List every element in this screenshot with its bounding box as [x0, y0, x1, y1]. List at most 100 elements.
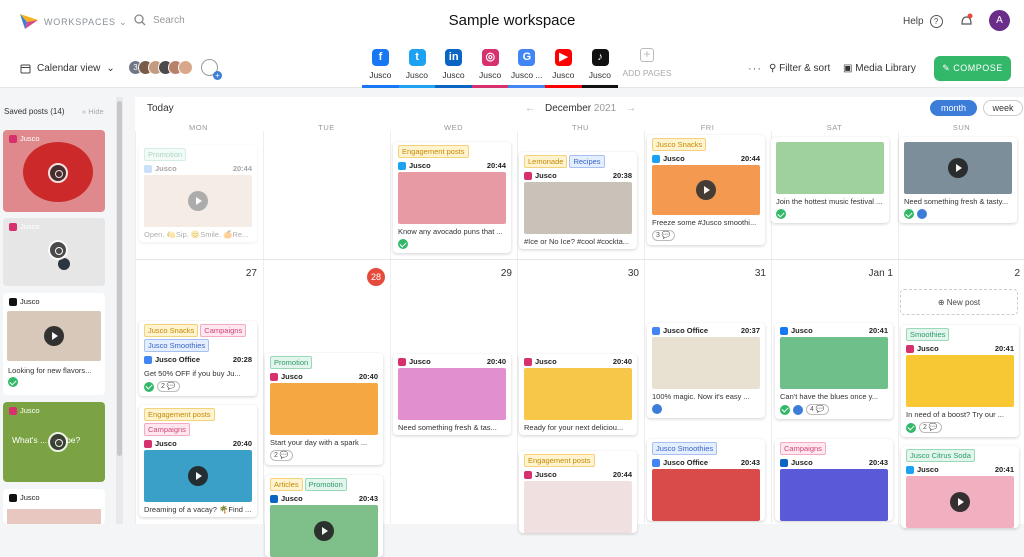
- post-time: 20:44: [740, 154, 760, 163]
- post-time: 20:40: [232, 439, 252, 448]
- media-library-button[interactable]: ▣ Media Library: [843, 63, 916, 74]
- approved-icon: [144, 381, 154, 392]
- notifications-bell-icon[interactable]: [960, 13, 973, 28]
- filter-sort-button[interactable]: ⚲ Filter & sort: [769, 63, 830, 74]
- post-card[interactable]: Join the hottest music festival ...: [771, 137, 889, 223]
- post-card[interactable]: Engagement posts Jusco 20:44 Know any avoca…: [393, 142, 511, 253]
- post-card[interactable]: Jusco Snacks Campaigns Jusco Smoothies Jusc…: [139, 321, 257, 396]
- more-options-icon[interactable]: ···: [748, 63, 762, 75]
- filter-label: Filter & sort: [779, 63, 831, 74]
- instagram-icon: [9, 134, 17, 143]
- post-card[interactable]: Engagement posts Campaigns Jusco 20:40 Dream…: [139, 405, 257, 517]
- user-avatar[interactable]: A: [989, 10, 1010, 31]
- page-tab-instagram[interactable]: ◎ Jusco: [471, 44, 509, 88]
- post-header: Jusco 20:40: [265, 369, 383, 383]
- app-logo[interactable]: [18, 12, 40, 30]
- post-card[interactable]: Jusco 20:41 Can't have the blues once y...…: [775, 323, 893, 419]
- workspaces-dropdown[interactable]: WORKSPACES ⌄: [44, 17, 128, 28]
- page-tab-linkedin[interactable]: in Jusco: [435, 44, 472, 88]
- avatar: [178, 60, 193, 75]
- account-name: Jusco: [20, 222, 40, 231]
- network-icon: [652, 458, 660, 467]
- post-card[interactable]: Jusco 20:40 Need something fresh & tas...: [393, 354, 511, 435]
- post-time: 20:41: [994, 465, 1014, 474]
- instagram-icon: [9, 406, 17, 415]
- play-icon[interactable]: [188, 466, 208, 486]
- comments-badge[interactable]: 2 💬: [270, 450, 293, 461]
- page-tab-twitter[interactable]: t Jusco: [398, 44, 436, 88]
- post-card[interactable]: Promotion Jusco 20:40 Start your day with a…: [265, 353, 383, 465]
- scrollbar-thumb[interactable]: [117, 101, 122, 456]
- team-avatars[interactable]: 3: [128, 60, 193, 75]
- compose-button[interactable]: ✎ COMPOSE: [934, 56, 1011, 81]
- post-card[interactable]: Smoothies Jusco 20:41 In need of a boost? T…: [901, 325, 1019, 437]
- network-icon: [652, 154, 660, 163]
- post-card[interactable]: Need something fresh & tasty...: [899, 137, 1017, 223]
- add-pages-button[interactable]: + ADD PAGES: [622, 48, 672, 78]
- saved-post-card[interactable]: Jusco: [3, 489, 105, 524]
- comments-badge[interactable]: 2 💬: [919, 422, 942, 433]
- post-card[interactable]: Articles Promotion Jusco 20:43: [265, 475, 383, 557]
- post-card[interactable]: Engagement posts Jusco 20:44: [519, 451, 637, 533]
- post-account: Jusco: [791, 458, 813, 467]
- post-card[interactable]: Jusco Smoothies Jusco Office 20:43: [647, 439, 765, 521]
- scheduled-clock-icon: [793, 404, 803, 415]
- post-card[interactable]: Promotion Jusco 20:44 Open. 🍋Sip. 😊Smile. 🍊…: [139, 145, 257, 242]
- play-icon[interactable]: [950, 492, 970, 512]
- calendar-view-dropdown[interactable]: Calendar view ⌄: [20, 63, 115, 74]
- hide-sidebar-button[interactable]: « Hide: [82, 107, 104, 116]
- previous-month-icon[interactable]: ←: [525, 103, 535, 114]
- play-icon[interactable]: [188, 191, 208, 211]
- saved-post-card[interactable]: Jusco What's ... nna be?: [3, 402, 105, 482]
- tiktok-icon: [9, 297, 17, 306]
- page-tab-google[interactable]: G Jusco ...: [508, 44, 545, 88]
- post-status: 2 💬: [139, 381, 257, 396]
- add-user-icon[interactable]: [201, 59, 222, 80]
- post-header: Jusco 20:43: [775, 455, 893, 469]
- select-post-icon[interactable]: [48, 163, 68, 183]
- month-navigator: ← December 2021 →: [525, 103, 636, 114]
- comments-badge[interactable]: 4 💬: [806, 404, 829, 415]
- post-caption: Open. 🍋Sip. 😊Smile. 🍊Re...: [144, 230, 249, 239]
- page-tab-facebook[interactable]: f Jusco: [362, 44, 399, 88]
- comments-badge[interactable]: 3 💬: [652, 230, 675, 241]
- page-tab-youtube[interactable]: ▶ Jusco: [544, 44, 582, 88]
- help-button[interactable]: Help?: [903, 15, 943, 28]
- post-time: 20:40: [612, 357, 632, 366]
- post-caption: Get 50% OFF if you buy Ju...: [144, 369, 241, 378]
- day-column[interactable]: [263, 131, 389, 524]
- post-card[interactable]: Lemonade Recipes Jusco 20:38 #Ice or No Ice?…: [519, 152, 637, 249]
- post-card[interactable]: Jusco Citrus Soda Jusco 20:41: [901, 446, 1019, 528]
- post-status: 2 💬: [265, 450, 383, 465]
- saved-post-card[interactable]: Jusco: [3, 130, 105, 212]
- today-button[interactable]: Today: [147, 103, 174, 114]
- sidebar-scrollbar[interactable]: [116, 97, 123, 524]
- post-card[interactable]: Jusco Office 20:37 100% magic. Now it's ea…: [647, 323, 765, 418]
- month-view-toggle[interactable]: month: [930, 100, 977, 116]
- page-tab-indicator: [544, 85, 582, 88]
- post-tags: Articles Promotion: [265, 475, 383, 491]
- play-icon[interactable]: [314, 521, 334, 541]
- page-tab-tiktok[interactable]: ♪ Jusco: [581, 44, 619, 88]
- link-icon[interactable]: [696, 180, 716, 200]
- saved-post-card[interactable]: Jusco: [3, 218, 105, 286]
- post-status: 4 💬: [775, 404, 893, 419]
- post-card[interactable]: Campaigns Jusco 20:43: [775, 439, 893, 521]
- post-account: Jusco: [281, 494, 303, 503]
- saved-post-card[interactable]: Jusco Looking for new flavors...: [3, 293, 105, 395]
- week-view-toggle[interactable]: week: [983, 100, 1023, 116]
- play-icon[interactable]: [948, 158, 968, 178]
- select-post-icon[interactable]: [48, 432, 68, 452]
- post-card[interactable]: Jusco 20:40 Ready for your next deliciou..…: [519, 354, 637, 435]
- compose-label: COMPOSE: [953, 63, 1003, 73]
- search-input[interactable]: Search: [134, 14, 185, 26]
- play-icon[interactable]: [44, 326, 64, 346]
- post-image: [524, 368, 632, 420]
- comments-badge[interactable]: 2 💬: [157, 381, 180, 392]
- post-card[interactable]: Jusco Snacks Jusco 20:44 Freeze some #Jusco…: [647, 135, 765, 245]
- select-post-icon[interactable]: [48, 240, 68, 260]
- day-number: 2: [1014, 268, 1020, 279]
- new-post-button[interactable]: ⊕ New post: [900, 289, 1018, 315]
- next-month-icon[interactable]: →: [626, 103, 636, 114]
- post-image: [398, 172, 506, 224]
